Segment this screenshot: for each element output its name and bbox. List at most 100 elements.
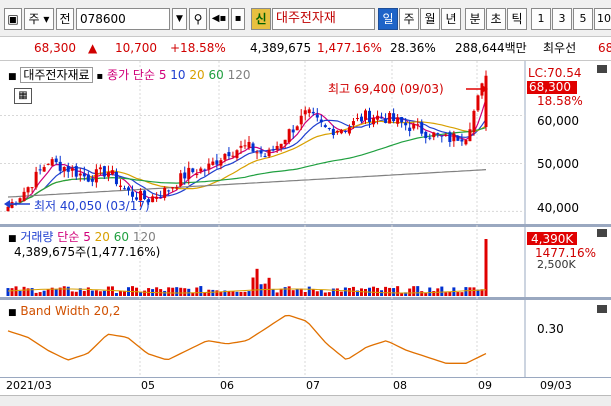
candle-body (26, 187, 30, 193)
x-axis: 2021/03 05 06 07 08 09 09/03 (0, 377, 611, 395)
turnover-rate: 28.36% (390, 41, 436, 55)
bw-legend: ■ Band Width 20,2 (8, 304, 120, 318)
volume-bar (456, 292, 460, 296)
period-button-3[interactable]: 년 (441, 8, 461, 30)
candle-body (303, 110, 307, 115)
interval-button-1[interactable]: 1 (531, 8, 551, 30)
candle-body (227, 152, 231, 157)
candle-body (363, 110, 367, 120)
candle-body (255, 152, 259, 154)
candle-body (82, 173, 86, 177)
x-tick: 2021/03 (6, 379, 52, 392)
volume-bar (195, 287, 199, 296)
candle-body (74, 166, 78, 177)
price-chart-area[interactable] (0, 61, 611, 377)
period-button-2[interactable]: 월 (420, 8, 440, 30)
stock-code-input[interactable]: 078600 (76, 8, 170, 30)
interval-button-3[interactable]: 3 (552, 8, 572, 30)
candle-body (472, 110, 476, 133)
ma-period-120: 120 (223, 68, 251, 82)
candle-body (432, 132, 436, 138)
volume-ma-period-120: 120 (129, 230, 156, 244)
volume-bar (110, 286, 114, 296)
volume-bar (66, 286, 70, 296)
candle-body (114, 171, 118, 185)
volume-ma-periods: 5 20 60 120 (83, 230, 156, 244)
candle-body (372, 118, 376, 125)
candle-body (34, 171, 38, 188)
volume-ma-label: 단순 (57, 230, 80, 244)
volume-bar (307, 286, 311, 296)
stock-tag[interactable]: 대주전자재료 (20, 67, 93, 83)
candle-body (355, 118, 359, 120)
ma-period-10: 10 (166, 68, 186, 82)
table-icon[interactable]: ▦ (14, 88, 32, 104)
candle-body (183, 172, 187, 179)
candle-body (299, 115, 303, 125)
volume-bar (82, 290, 86, 296)
candle-body (127, 187, 131, 191)
jeon-button[interactable]: 전 (56, 8, 74, 30)
candle-body (468, 129, 472, 142)
volume-box-label: 4,390K (531, 232, 574, 246)
period-button-5[interactable]: 초 (486, 8, 506, 30)
volume-bar (396, 286, 400, 296)
candle-body (351, 121, 355, 126)
candle-body (6, 206, 10, 212)
candle-body (388, 112, 392, 124)
candle-body (38, 169, 42, 171)
period-button-4[interactable]: 분 (465, 8, 485, 30)
period-button-0[interactable]: 일 (378, 8, 398, 30)
interval-button-5[interactable]: 5 (573, 8, 593, 30)
candle-body (191, 168, 195, 173)
candle-body (86, 174, 90, 182)
volume-ma-period-60: 60 (109, 230, 130, 244)
candle-body (215, 160, 219, 165)
volume-ma-period-20: 20 (90, 230, 110, 244)
volume-bar (416, 286, 420, 296)
volume-bar (199, 286, 203, 296)
ma-label: 종가 단순 (107, 68, 156, 82)
speaker-icon[interactable]: ◀▪ (209, 8, 229, 30)
volume-bar (6, 288, 10, 296)
volume-bar (62, 286, 66, 296)
candle-body (223, 153, 227, 160)
price-legend: ■ 대주전자재료 ▪ 종가 단순 5 10 20 60 120 (8, 66, 250, 83)
candle-body (195, 174, 199, 176)
candle-body (30, 187, 34, 189)
period-button-1[interactable]: 주 (399, 8, 419, 30)
candle-body (368, 110, 372, 123)
window-icon[interactable]: ▣ (4, 8, 22, 30)
low-label: 최저 40,050 (03/17) (34, 199, 150, 213)
interval-button-10[interactable]: 10 (594, 8, 611, 30)
volume-bar (319, 289, 323, 296)
volume-title: 거래량 (20, 230, 54, 244)
axis-tick: 60,000 (537, 114, 579, 128)
top-trader-label: 최우선 (543, 41, 577, 55)
shin-button[interactable]: 신 (251, 8, 271, 30)
volume-bar (315, 291, 319, 296)
code-dropdown-icon[interactable]: ▼ (172, 8, 187, 30)
market-select-label: 주 (28, 12, 40, 26)
market-select[interactable]: 주 ▾ (24, 8, 54, 30)
candle-body (376, 115, 380, 120)
x-tick: 06 (220, 379, 234, 392)
candle-body (396, 117, 400, 124)
volume-bar (472, 287, 476, 296)
volume-bar (412, 286, 416, 296)
volume-bar (215, 290, 219, 296)
volume-bar (267, 277, 271, 296)
tag-menu-icon[interactable]: ▪ (96, 71, 103, 82)
pin-icon[interactable]: ▪ (231, 8, 245, 30)
search-icon[interactable]: ⚲ (189, 8, 207, 30)
candle-body (263, 156, 267, 158)
candle-body (46, 163, 50, 165)
bottom-scrollbar[interactable] (0, 395, 611, 406)
volume-bar (227, 291, 231, 296)
candle-body (327, 128, 331, 130)
period-button-6[interactable]: 틱 (507, 8, 527, 30)
candle-body (436, 133, 440, 135)
candle-body (22, 191, 26, 202)
volume-bar (94, 290, 98, 296)
volume-bar (54, 288, 58, 296)
